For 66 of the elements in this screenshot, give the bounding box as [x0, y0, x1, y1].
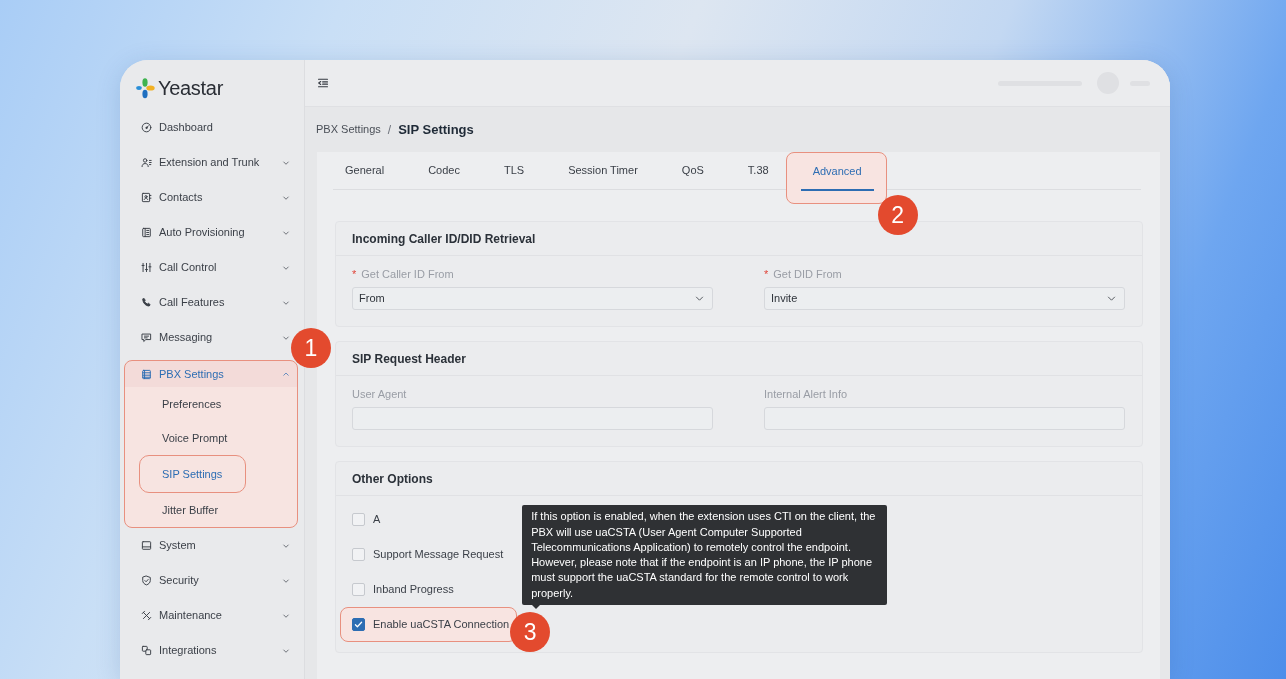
sidebar-item[interactable]: Contacts [120, 180, 290, 215]
list-icon [141, 368, 152, 380]
menu-icon[interactable] [317, 77, 329, 89]
overlapping-squares-icon [141, 645, 152, 656]
sidebar-item[interactable]: Messaging [120, 320, 290, 355]
breadcrumb-separator: / [387, 121, 392, 139]
chevron-down-icon [1107, 294, 1116, 303]
select-field[interactable]: From [352, 287, 713, 310]
device-icon [141, 540, 152, 551]
breadcrumb-link[interactable]: PBX Settings [316, 121, 381, 138]
section-title: Incoming Caller ID/DID Retrieval [336, 222, 1142, 256]
checkbox[interactable] [352, 583, 365, 596]
checkbox[interactable] [352, 513, 365, 526]
sidebar-item[interactable]: System [120, 528, 290, 563]
sidebar-item[interactable]: Dashboard [120, 110, 290, 145]
sidebar-item[interactable]: Integrations [120, 633, 290, 668]
field-label: Get Caller ID From [361, 267, 454, 283]
required-mark: * [352, 267, 357, 283]
tab[interactable]: General [333, 152, 397, 190]
section-title: Other Options [336, 462, 1142, 496]
tab[interactable]: TLS [491, 152, 537, 190]
sidebar-item[interactable]: Call Features [120, 285, 290, 320]
option-label: Enable uaCSTA Connection [373, 617, 510, 633]
sidebar-item[interactable]: PBX Settings [125, 361, 297, 387]
logo-text: Yeastar [158, 76, 223, 101]
sidebar-subitem[interactable]: Preferences [125, 387, 297, 421]
phone-icon [141, 297, 152, 308]
sidebar-item[interactable]: Call Control [120, 250, 290, 285]
chevron-down-icon [695, 294, 704, 303]
document-list-icon [141, 227, 152, 238]
checkbox[interactable] [352, 618, 365, 631]
logo-icon [135, 76, 155, 100]
tools-icon [141, 610, 152, 621]
option-label: A [373, 512, 381, 528]
required-mark: * [764, 267, 769, 283]
step-badge: 1 [291, 328, 331, 368]
step-badge: 2 [877, 195, 918, 235]
sidebar-item[interactable]: Security [120, 563, 290, 598]
tab[interactable]: T.38 [735, 152, 781, 190]
chat-icon [141, 332, 152, 343]
tab[interactable]: Codec [416, 152, 472, 190]
gauge-icon [141, 122, 152, 133]
field-label: Internal Alert Info [764, 387, 848, 403]
select-field[interactable]: Invite [764, 287, 1125, 310]
sliders-icon [141, 262, 152, 273]
checkmark-icon [354, 620, 363, 629]
field-label: User Agent [352, 387, 407, 403]
tab[interactable]: QoS [669, 152, 716, 190]
checkbox[interactable] [352, 548, 365, 561]
sidebar-subitem[interactable]: Jitter Buffer [125, 493, 297, 527]
option-label: Inband Progress [373, 582, 454, 598]
sidebar-item[interactable]: Maintenance [120, 598, 290, 633]
field-label: Get DID From [773, 267, 842, 283]
shield-icon [141, 575, 152, 586]
user-list-icon [141, 157, 152, 168]
section-title: SIP Request Header [336, 342, 1142, 376]
step-badge: 3 [510, 612, 551, 652]
sidebar-item[interactable]: Extension and Trunk [120, 145, 290, 180]
option-label: Support Message Request [373, 547, 504, 563]
sidebar-subitem[interactable]: Voice Prompt [125, 421, 297, 455]
sidebar-item[interactable]: Auto Provisioning [120, 215, 290, 250]
tab[interactable]: Session Timer [556, 152, 650, 190]
page-title: SIP Settings [398, 120, 474, 139]
contact-book-icon [141, 192, 152, 203]
sidebar-subitem[interactable]: SIP Settings [139, 455, 247, 493]
tab[interactable]: Advanced [800, 153, 874, 191]
